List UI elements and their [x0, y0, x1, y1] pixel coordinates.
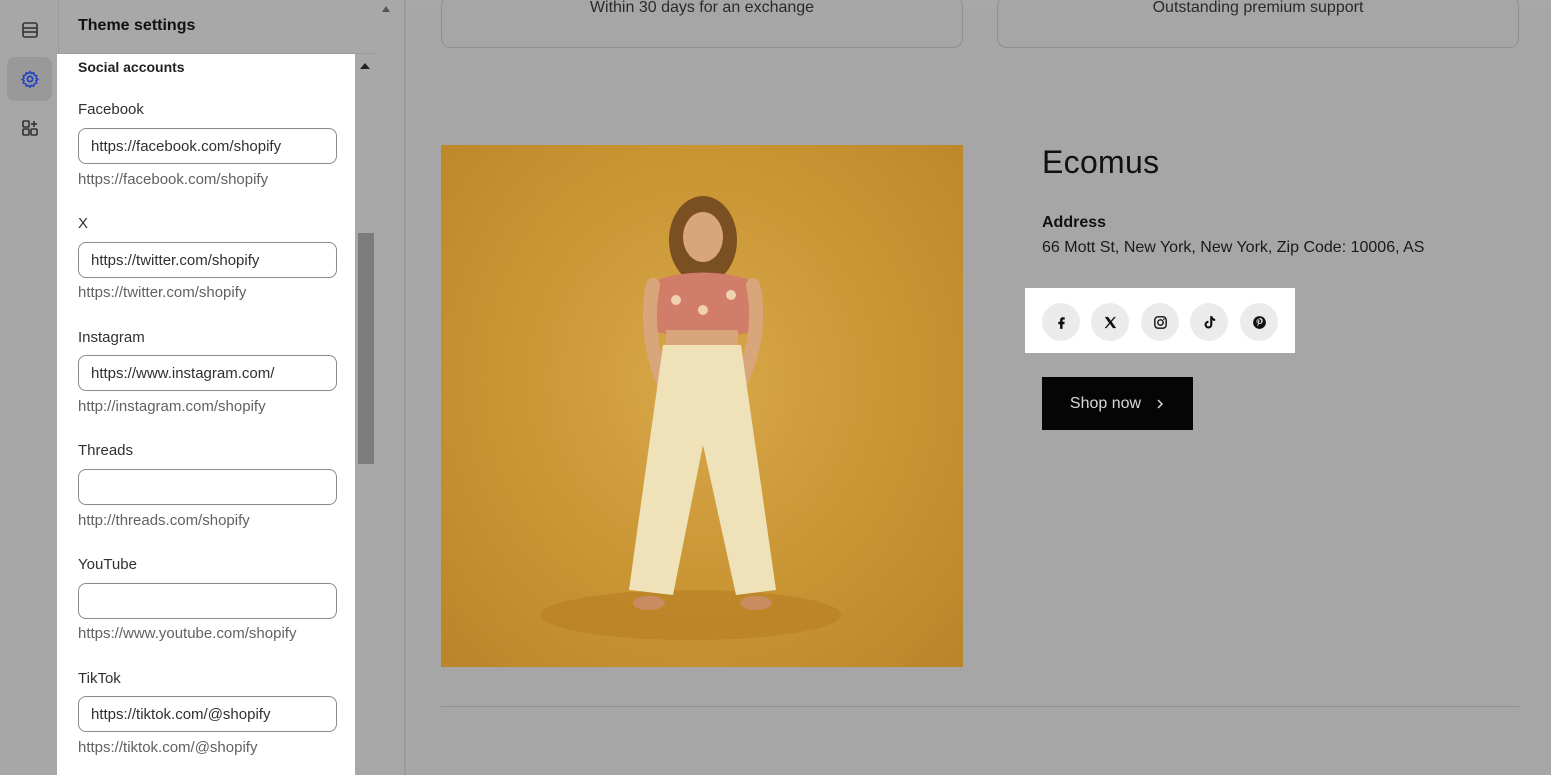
- instagram-field[interactable]: [78, 355, 337, 391]
- x-link[interactable]: [1091, 303, 1129, 341]
- shop-now-button[interactable]: Shop now: [1042, 377, 1193, 430]
- social-icons-highlight: [1025, 288, 1295, 353]
- threads-label: Threads: [78, 442, 134, 459]
- tiktok-link[interactable]: [1190, 303, 1228, 341]
- store-preview: Within 30 days for an exchange Outstandi…: [408, 0, 1551, 775]
- panel-scrollbar-track[interactable]: [376, 0, 394, 775]
- shop-now-label: Shop now: [1069, 394, 1142, 412]
- panel-header: Theme settings: [59, 0, 376, 54]
- address-label: Address: [1042, 214, 1107, 231]
- panel-scrollbar-thumb[interactable]: [358, 233, 374, 464]
- promo-card-exchange: Within 30 days for an exchange: [441, 0, 963, 48]
- facebook-label: Facebook: [78, 101, 144, 118]
- apps-button[interactable]: [7, 106, 52, 150]
- x-field[interactable]: [78, 242, 337, 278]
- collapse-caret-icon[interactable]: [360, 63, 370, 69]
- instagram-link[interactable]: [1141, 303, 1179, 341]
- instagram-label: Instagram: [78, 329, 145, 346]
- panel-title: Theme settings: [78, 17, 196, 34]
- facebook-icon: [1057, 316, 1065, 329]
- x-hint: https://twitter.com/shopify: [78, 284, 247, 301]
- brand-name: Ecomus: [1042, 144, 1160, 180]
- youtube-hint: https://www.youtube.com/shopify: [78, 625, 297, 642]
- social-accounts-section: Social accounts Facebook https://faceboo…: [57, 54, 355, 775]
- tiktok-hint: https://tiktok.com/@shopify: [78, 739, 258, 756]
- x-icon: [1104, 316, 1116, 328]
- section-divider: [441, 706, 1519, 707]
- tiktok-field[interactable]: [78, 696, 337, 732]
- panel-divider: [404, 0, 406, 775]
- tiktok-icon: [1204, 315, 1215, 329]
- model-photo: [441, 145, 963, 667]
- sections-icon: [21, 22, 38, 38]
- theme-settings-button[interactable]: [7, 57, 52, 101]
- pinterest-icon: [1252, 315, 1266, 329]
- address-value: 66 Mott St, New York, New York, Zip Code…: [1042, 239, 1425, 256]
- gear-icon: [20, 70, 39, 89]
- threads-hint: http://threads.com/shopify: [78, 512, 250, 529]
- facebook-hint: https://facebook.com/shopify: [78, 171, 269, 188]
- promo-text: Outstanding premium support: [1152, 0, 1364, 16]
- facebook-field[interactable]: [78, 128, 337, 164]
- facebook-link[interactable]: [1042, 303, 1080, 341]
- promo-card-support: Outstanding premium support: [997, 0, 1519, 48]
- scroll-up-arrow-icon[interactable]: [382, 6, 390, 12]
- youtube-field[interactable]: [78, 583, 337, 619]
- promo-text: Within 30 days for an exchange: [589, 0, 815, 16]
- chevron-right-icon: [1157, 398, 1164, 409]
- pinterest-link[interactable]: [1240, 303, 1278, 341]
- left-rail: [0, 0, 59, 775]
- x-label: X: [78, 215, 89, 232]
- sections-button[interactable]: [7, 8, 52, 52]
- section-title: Social accounts: [78, 59, 185, 75]
- threads-field[interactable]: [78, 469, 337, 505]
- model-figure-image: [541, 196, 841, 640]
- instagram-icon: [1153, 315, 1167, 329]
- tiktok-label: TikTok: [78, 670, 121, 687]
- instagram-hint: http://instagram.com/shopify: [78, 398, 266, 415]
- apps-icon: [21, 120, 38, 136]
- youtube-label: YouTube: [78, 556, 137, 573]
